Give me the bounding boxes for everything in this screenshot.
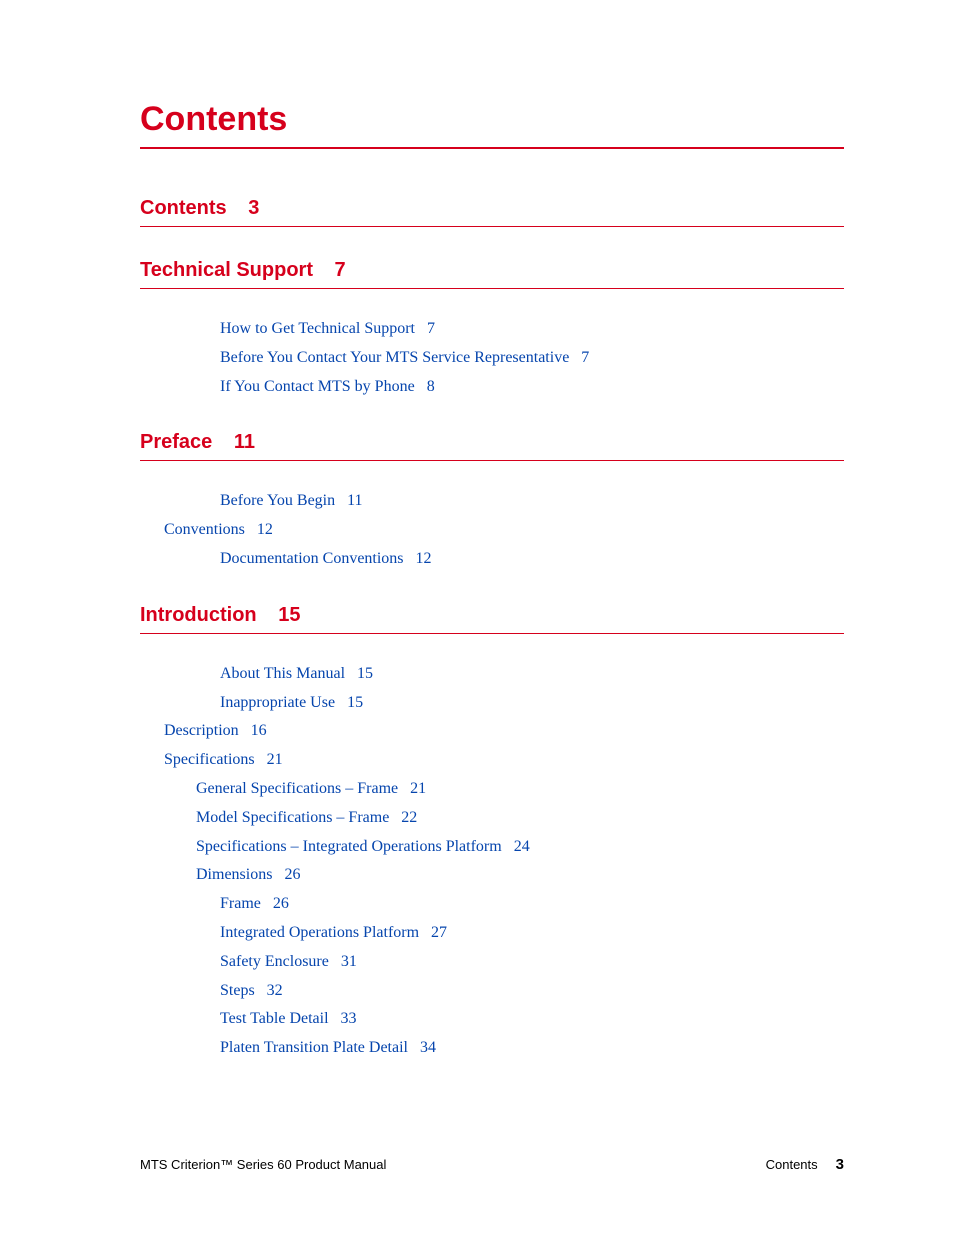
- toc-entry-page: 33: [341, 1010, 357, 1027]
- toc-entry-page: 12: [416, 550, 432, 567]
- toc-entry-page: 8: [427, 378, 435, 395]
- toc-section-page: 3: [248, 197, 259, 219]
- toc-entry[interactable]: Description 16: [164, 719, 844, 744]
- toc-entry-label: Model Specifications – Frame: [196, 809, 389, 826]
- toc-entry[interactable]: Test Table Detail 33: [164, 1007, 844, 1032]
- toc-entry[interactable]: Steps 32: [164, 979, 844, 1004]
- toc-section-label: Introduction: [140, 604, 257, 626]
- toc-section-contents[interactable]: Contents 3: [140, 197, 844, 227]
- toc-entry-page: 15: [357, 665, 373, 682]
- toc-entry[interactable]: Platen Transition Plate Detail 34: [164, 1036, 844, 1061]
- toc-entry-label: Documentation Conventions: [220, 550, 404, 567]
- toc-entry-page: 24: [514, 838, 530, 855]
- toc-entry-label: Steps: [220, 982, 255, 999]
- toc-entry[interactable]: Frame 26: [164, 892, 844, 917]
- toc-section-label: Contents: [140, 197, 227, 219]
- toc-entry-label: How to Get Technical Support: [220, 320, 415, 337]
- toc-entry-label: Specifications – Integrated Operations P…: [196, 838, 502, 855]
- toc-entry[interactable]: Conventions 12: [164, 518, 844, 543]
- toc-entry-label: Integrated Operations Platform: [220, 924, 419, 941]
- toc-entry[interactable]: Before You Begin 11: [164, 489, 844, 514]
- toc-entry-label: If You Contact MTS by Phone: [220, 378, 415, 395]
- toc-entry-page: 15: [347, 694, 363, 711]
- toc-entry-label: Platen Transition Plate Detail: [220, 1039, 408, 1056]
- toc-section-page: 15: [278, 604, 300, 626]
- toc-section-preface[interactable]: Preface 11: [140, 431, 844, 461]
- toc-entry[interactable]: Integrated Operations Platform 27: [164, 921, 844, 946]
- toc-entry-page: 22: [401, 809, 417, 826]
- toc-entry-page: 31: [341, 953, 357, 970]
- toc-entry-page: 16: [251, 722, 267, 739]
- toc-entry-page: 11: [347, 492, 362, 509]
- page-footer: MTS Criterion™ Series 60 Product Manual …: [140, 1156, 844, 1173]
- toc-entry[interactable]: If You Contact MTS by Phone 8: [164, 375, 844, 400]
- toc-entry-page: 21: [410, 780, 426, 797]
- toc-section-technical-support[interactable]: Technical Support 7: [140, 259, 844, 289]
- toc-entry[interactable]: Model Specifications – Frame 22: [164, 806, 844, 831]
- toc-entry[interactable]: Inappropriate Use 15: [164, 691, 844, 716]
- toc-entry[interactable]: Safety Enclosure 31: [164, 950, 844, 975]
- toc-entry-label: Frame: [220, 895, 261, 912]
- toc-entry-label: Specifications: [164, 751, 255, 768]
- toc-entry[interactable]: Dimensions 26: [164, 863, 844, 888]
- toc-entry-page: 26: [284, 866, 300, 883]
- toc-entry[interactable]: General Specifications – Frame 21: [164, 777, 844, 802]
- toc-section-label: Preface: [140, 431, 212, 453]
- toc-entry-page: 12: [257, 521, 273, 538]
- toc-entry-page: 7: [427, 320, 435, 337]
- toc-entry-label: Before You Begin: [220, 492, 335, 509]
- toc-entry-page: 27: [431, 924, 447, 941]
- toc-entry-label: Dimensions: [196, 866, 272, 883]
- toc-entry[interactable]: Specifications – Integrated Operations P…: [164, 835, 844, 860]
- toc-entry-label: Safety Enclosure: [220, 953, 329, 970]
- toc-entry[interactable]: Documentation Conventions 12: [164, 547, 844, 572]
- toc-section-label: Technical Support: [140, 259, 313, 281]
- toc-section-introduction[interactable]: Introduction 15: [140, 604, 844, 634]
- footer-page-number: 3: [836, 1156, 844, 1173]
- toc-entry-label: Conventions: [164, 521, 245, 538]
- toc-entry-label: Description: [164, 722, 239, 739]
- toc-entry-label: Test Table Detail: [220, 1010, 329, 1027]
- toc-entry-page: 32: [267, 982, 283, 999]
- toc-entry-page: 34: [420, 1039, 436, 1056]
- toc-entry[interactable]: How to Get Technical Support 7: [164, 317, 844, 342]
- toc-entry-page: 21: [267, 751, 283, 768]
- footer-left: MTS Criterion™ Series 60 Product Manual: [140, 1157, 386, 1172]
- toc-entry[interactable]: Before You Contact Your MTS Service Repr…: [164, 346, 844, 371]
- toc-entry-page: 26: [273, 895, 289, 912]
- page-title: Contents: [140, 100, 844, 149]
- toc-entry-label: General Specifications – Frame: [196, 780, 398, 797]
- toc-entry-page: 7: [581, 349, 589, 366]
- footer-section-label: Contents: [766, 1157, 818, 1172]
- toc-entry-label: Inappropriate Use: [220, 694, 335, 711]
- toc-entry[interactable]: About This Manual 15: [164, 662, 844, 687]
- toc-section-page: 7: [335, 259, 346, 281]
- toc-entry[interactable]: Specifications 21: [164, 748, 844, 773]
- toc-section-page: 11: [234, 431, 255, 453]
- toc-entry-label: About This Manual: [220, 665, 345, 682]
- toc-entry-label: Before You Contact Your MTS Service Repr…: [220, 349, 569, 366]
